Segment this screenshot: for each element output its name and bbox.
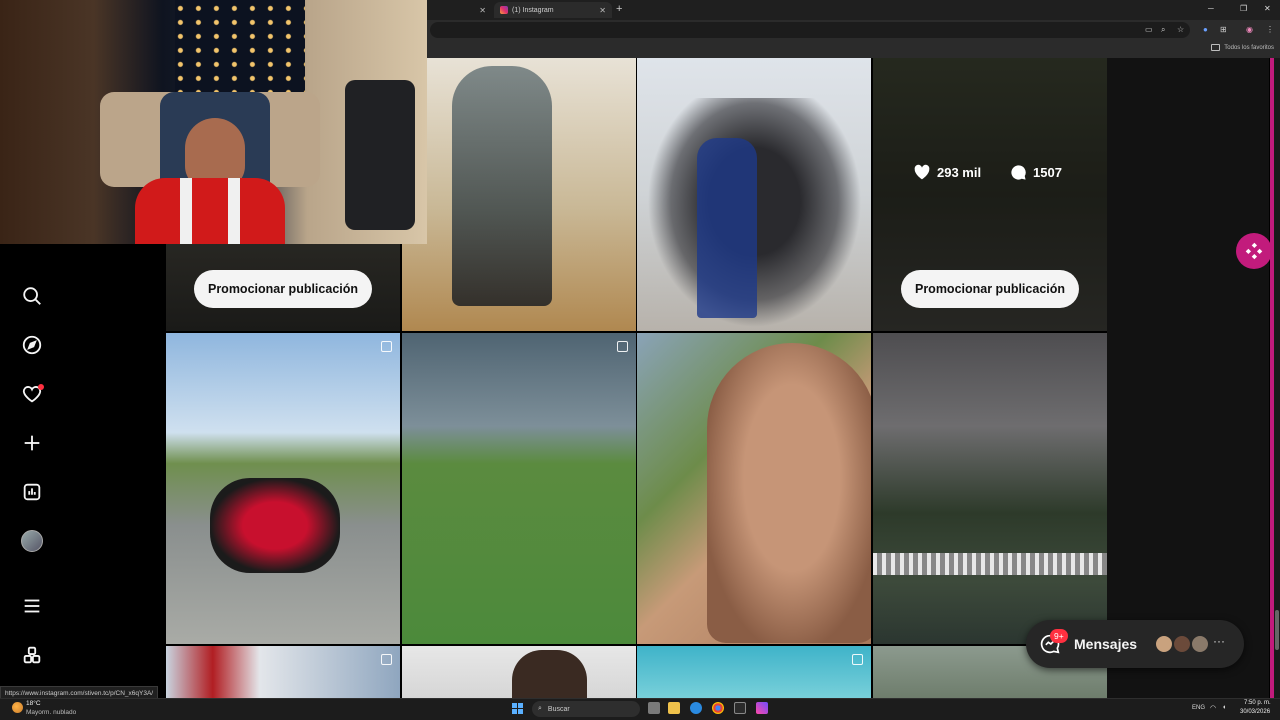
more-menu-icon[interactable]: [20, 594, 44, 618]
also-from-meta-icon[interactable]: [20, 643, 44, 667]
diamond-grid-icon: [1245, 242, 1263, 260]
post-tile[interactable]: [637, 58, 871, 331]
all-bookmarks-label: Todos los favoritos: [1224, 44, 1274, 51]
post-photo: [166, 646, 400, 698]
create-plus-icon[interactable]: [20, 431, 44, 455]
minimize-icon[interactable]: ─: [1208, 4, 1214, 13]
webcam-overlay: [0, 0, 427, 244]
messages-button[interactable]: Mensajes: [1026, 620, 1244, 668]
folder-icon: [1211, 44, 1221, 51]
multiple-posts-icon: [852, 654, 863, 665]
edge-browser-icon[interactable]: [690, 702, 702, 714]
restore-icon[interactable]: ❐: [1240, 4, 1247, 13]
gaming-chair: [345, 80, 415, 230]
search-icon: ⌕: [538, 705, 542, 712]
close-window-icon[interactable]: ✕: [1264, 4, 1271, 13]
browser-tab-previous[interactable]: ✕: [420, 2, 492, 18]
taskbar-search[interactable]: ⌕ Buscar: [532, 701, 640, 717]
post-tile[interactable]: [166, 333, 400, 644]
likes-count: 293 mil: [913, 164, 981, 180]
post-tile[interactable]: [402, 646, 636, 698]
avatar: [1154, 634, 1174, 654]
search-placeholder: Buscar: [547, 705, 570, 713]
explore-compass-icon[interactable]: [20, 333, 44, 357]
clock-time[interactable]: 7:50 p. m.: [1244, 700, 1271, 706]
more-dots-icon[interactable]: ···: [1213, 634, 1225, 648]
night-window: [175, 0, 305, 95]
post-tile[interactable]: [637, 646, 871, 698]
cast-icon[interactable]: ▭: [1145, 25, 1153, 34]
promote-post-button[interactable]: Promocionar publicación: [193, 270, 373, 308]
input-language[interactable]: ENG: [1192, 705, 1205, 711]
person-figure: [512, 650, 587, 698]
clock-date[interactable]: 30/03/2026: [1240, 709, 1270, 715]
comments-count: 1507: [1010, 164, 1062, 181]
profile-icon[interactable]: ◉: [1246, 25, 1253, 34]
extensions-puzzle-icon[interactable]: ⊞: [1220, 25, 1227, 34]
weather-temperature: 18°C: [26, 700, 41, 707]
floating-widget-button[interactable]: [1236, 233, 1272, 269]
messages-unread-badge: 9+: [1050, 629, 1068, 643]
windows-taskbar: [0, 698, 1280, 720]
task-view-icon[interactable]: [648, 702, 660, 714]
new-tab-button[interactable]: +: [616, 3, 622, 15]
post-tile[interactable]: [402, 58, 636, 331]
post-tile[interactable]: [166, 646, 400, 698]
search-icon[interactable]: [20, 284, 44, 308]
post-tile[interactable]: [637, 333, 871, 644]
motorcycle-shape: [210, 478, 340, 573]
heart-icon: [914, 164, 930, 180]
zoom-icon[interactable]: ⌕: [1161, 25, 1165, 35]
profile-avatar[interactable]: [21, 530, 43, 552]
close-icon[interactable]: ✕: [599, 6, 606, 15]
volume-icon[interactable]: ◖: [1222, 704, 1226, 711]
person-face: [707, 343, 871, 643]
post-photo: [873, 333, 1107, 644]
close-icon[interactable]: ✕: [479, 6, 486, 15]
post-tile[interactable]: 293 mil 1507 Promocionar publicación: [873, 58, 1107, 331]
weather-icon[interactable]: [12, 702, 23, 713]
post-photo: [637, 646, 871, 698]
scrollbar-thumb[interactable]: [1275, 610, 1279, 650]
messages-label: Mensajes: [1074, 636, 1138, 652]
post-tile[interactable]: [873, 333, 1107, 644]
notification-dot: [38, 384, 44, 390]
person-figure: [697, 138, 757, 318]
file-explorer-icon[interactable]: [668, 702, 680, 714]
chrome-browser-icon[interactable]: [712, 702, 724, 714]
instagram-favicon-icon: [500, 6, 508, 14]
avatar: [1172, 634, 1192, 654]
balustrade-shape: [873, 553, 1107, 575]
weather-description: Mayorm. nublado: [26, 709, 77, 716]
app-icon[interactable]: [734, 702, 746, 714]
comment-bubble-icon: [1011, 165, 1026, 180]
multiple-posts-icon: [381, 341, 392, 352]
address-bar[interactable]: [430, 22, 1190, 38]
post-tile[interactable]: [402, 333, 636, 644]
wifi-icon[interactable]: ◠: [1210, 704, 1216, 712]
right-panel: [1107, 58, 1269, 698]
streamer-jacket: [135, 178, 285, 244]
promote-post-button[interactable]: Promocionar publicación: [900, 270, 1080, 308]
all-bookmarks-button[interactable]: Todos los favoritos: [1211, 44, 1274, 51]
post-photo: [402, 333, 636, 644]
app-icon[interactable]: [756, 702, 768, 714]
scrollbar-track[interactable]: [1274, 58, 1280, 698]
avatar: [1190, 634, 1210, 654]
person-figure: [452, 66, 552, 306]
multiple-posts-icon: [617, 341, 628, 352]
likes-value: 293 mil: [937, 164, 982, 180]
extension-icon[interactable]: ●: [1203, 25, 1208, 34]
multiple-posts-icon: [381, 654, 392, 665]
dashboard-chart-icon[interactable]: [20, 480, 44, 504]
comments-value: 1507: [1033, 165, 1062, 180]
browser-tab-instagram[interactable]: (1) Instagram ✕: [494, 2, 612, 18]
tab-label: (1) Instagram: [512, 6, 554, 14]
windows-start-icon[interactable]: [512, 703, 523, 714]
bookmark-star-icon[interactable]: ☆: [1177, 25, 1184, 34]
menu-dots-icon[interactable]: ⋮: [1266, 25, 1274, 34]
